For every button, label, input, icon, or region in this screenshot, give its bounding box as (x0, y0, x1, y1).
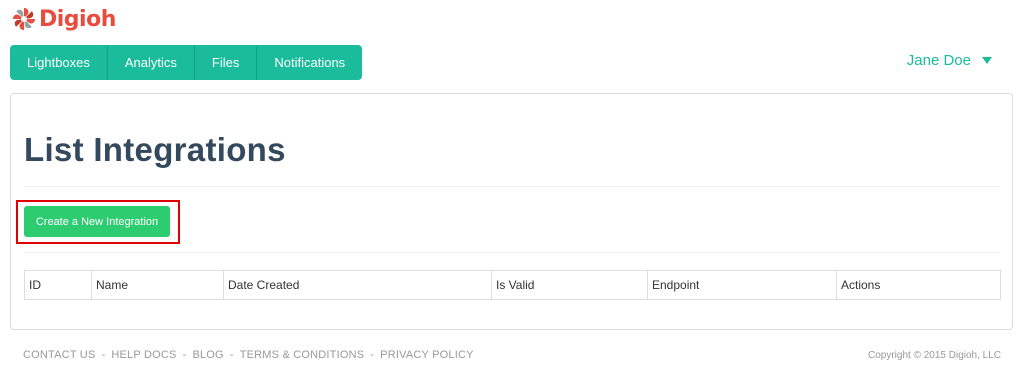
footer-separator: - (101, 349, 106, 361)
column-header-name[interactable]: Name (92, 271, 224, 299)
column-header-endpoint[interactable]: Endpoint (648, 271, 837, 299)
copyright-text: Copyright © 2015 Digioh, LLC (868, 350, 1001, 361)
footer-separator: - (229, 349, 234, 361)
integrations-table: ID Name Date Created Is Valid Endpoint A… (24, 270, 1001, 300)
divider (24, 252, 999, 253)
page-title: List Integrations (24, 131, 286, 168)
brand-name: Digioh (39, 6, 116, 32)
create-integration-button[interactable]: Create a New Integration (24, 206, 170, 237)
user-menu[interactable]: Jane Doe (907, 52, 992, 69)
nav-item-lightboxes[interactable]: Lightboxes (10, 45, 108, 80)
user-name: Jane Doe (906, 52, 971, 69)
footer-separator: - (370, 349, 375, 361)
brand-logo[interactable]: Digioh (11, 6, 116, 32)
nav-item-analytics[interactable]: Analytics (108, 45, 195, 80)
nav-item-notifications[interactable]: Notifications (257, 45, 362, 80)
main-panel: List Integrations Create a New Integrati… (10, 93, 1013, 330)
footer-link-contact-us[interactable]: CONTACT US (23, 349, 96, 361)
footer-link-privacy-policy[interactable]: PRIVACY POLICY (380, 349, 473, 361)
footer-link-blog[interactable]: BLOG (192, 349, 223, 361)
chevron-down-icon (982, 57, 992, 64)
footer-separator: - (182, 349, 187, 361)
footer-link-help-docs[interactable]: HELP DOCS (111, 349, 176, 361)
main-nav: Lightboxes Analytics Files Notifications (10, 45, 363, 80)
column-header-is-valid[interactable]: Is Valid (492, 271, 648, 299)
highlight-box: Create a New Integration (16, 200, 180, 244)
footer-links: CONTACT US - HELP DOCS - BLOG - TERMS & … (23, 349, 474, 361)
digioh-swirl-icon (13, 8, 35, 30)
column-header-actions[interactable]: Actions (837, 271, 1000, 299)
column-header-id[interactable]: ID (25, 271, 92, 299)
column-header-date-created[interactable]: Date Created (224, 271, 492, 299)
divider (24, 186, 999, 187)
nav-item-files[interactable]: Files (195, 45, 258, 80)
footer-link-terms[interactable]: TERMS & CONDITIONS (240, 349, 365, 361)
